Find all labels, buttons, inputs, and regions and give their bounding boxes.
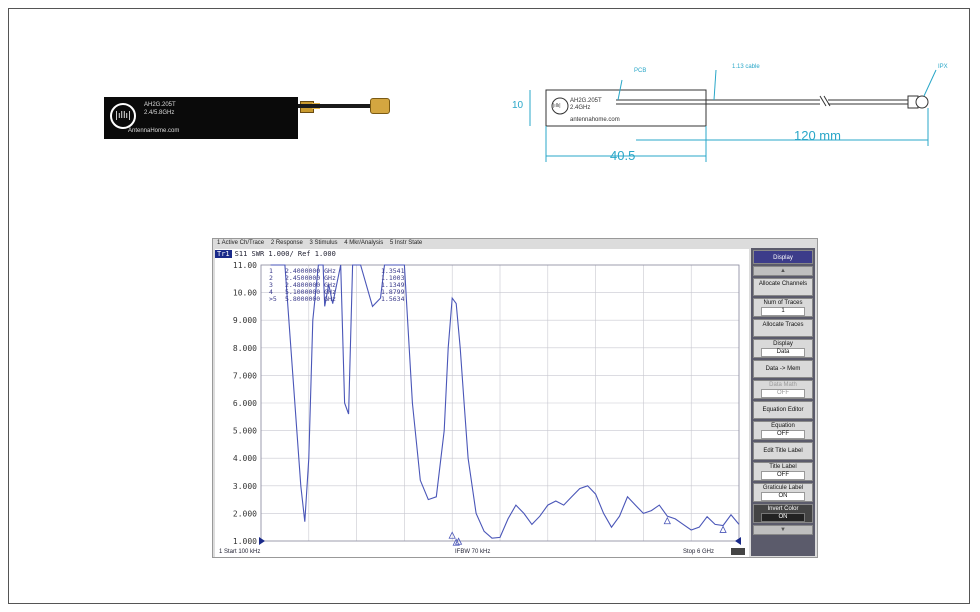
- trace-tag[interactable]: Tr1: [215, 250, 232, 258]
- pcb-model-text: AH2G.205T: [570, 98, 602, 104]
- dim-pcb-length-text: 40.5: [610, 148, 636, 163]
- cable-label: 1.13 cable: [732, 64, 760, 70]
- edit-title-label-button[interactable]: Edit Title Label: [753, 442, 813, 460]
- num-traces-label: Num of Traces: [763, 300, 803, 306]
- marker-value: 1.5634: [381, 295, 405, 303]
- swr-trace-line: [270, 264, 740, 539]
- antenna-freq-text: 2.4/5.8GHz: [144, 110, 175, 116]
- ufl-connector-icon: [370, 98, 390, 114]
- ipx-label: IPX: [938, 64, 948, 70]
- vna-window: 1 Active Ch/Trace 2 Response 3 Stimulus …: [212, 238, 818, 558]
- y-tick-label: 6.000: [233, 399, 257, 408]
- allocate-traces-button[interactable]: Allocate Traces: [753, 319, 813, 337]
- data-math-button[interactable]: Data Math OFF: [753, 380, 813, 399]
- graticule-label-label: Graticule Label: [762, 485, 804, 491]
- title-label-button[interactable]: Title Label OFF: [753, 462, 813, 481]
- cable-leader-line: [713, 69, 717, 101]
- antenna-website-text: AntennaHome.com: [128, 128, 180, 134]
- equation-label: Equation: [771, 423, 795, 429]
- y-tick-label: 5.000: [233, 427, 257, 436]
- stop-freq-text: Stop 6 GHz: [683, 549, 715, 555]
- data-to-mem-button[interactable]: Data -> Mem: [753, 360, 813, 378]
- allocate-channels-button[interactable]: Allocate Channels: [753, 278, 813, 296]
- softkey-panel: Display ▲ Allocate Channels Num of Trace…: [751, 248, 815, 556]
- trace-info: S11 SWR 1.000/ Ref 1.000: [234, 250, 336, 258]
- scroll-up-icon[interactable]: ▲: [753, 266, 813, 276]
- start-freq-text: 1 Start 100 kHz: [219, 549, 261, 555]
- data-math-label: Data Math: [769, 382, 797, 388]
- title-label-label: Title Label: [769, 464, 797, 470]
- num-traces-button[interactable]: Num of Traces 1: [753, 298, 813, 317]
- antenna-photo: |ıllı| AH2G.205T 2.4/5.8GHz AntennaHome.…: [104, 97, 320, 139]
- graticule-label-button[interactable]: Graticule Label ON: [753, 483, 813, 502]
- y-tick-label: 3.000: [233, 482, 257, 491]
- ipx-leader-line: [923, 69, 937, 97]
- invert-color-value: ON: [761, 513, 805, 522]
- equation-value: OFF: [761, 430, 805, 439]
- antenna-cable: [298, 104, 370, 108]
- y-tick-label: 4.000: [233, 454, 257, 463]
- status-indicator: [731, 548, 745, 555]
- y-tick-label: 8.000: [233, 344, 257, 353]
- num-traces-value: 1: [761, 307, 805, 316]
- pcb-label: PCB: [634, 68, 647, 74]
- vna-menubar: 1 Active Ch/Trace 2 Response 3 Stimulus …: [213, 239, 749, 248]
- swr-plot: 11.00 10.00 9.000 8.000 7.000 6.000 5.000 4.000…: [215, 259, 749, 547]
- display-button[interactable]: Display Data: [753, 339, 813, 358]
- pcb-web-text: antennahome.com: [570, 117, 620, 123]
- dim-cable-length-text: 120 mm: [794, 128, 841, 143]
- pcb-freq-text: 2.4GHz: [570, 105, 591, 111]
- menu-stimulus[interactable]: 3 Stimulus: [310, 240, 338, 246]
- data-math-value: OFF: [761, 389, 805, 398]
- y-tick-label: 9.000: [233, 316, 257, 325]
- equation-editor-button[interactable]: Equation Editor: [753, 401, 813, 419]
- invert-color-button[interactable]: Invert Color ON: [753, 504, 813, 523]
- ifbw-text: IFBW 70 kHz: [455, 549, 491, 555]
- menu-active-ch-trace[interactable]: 1 Active Ch/Trace: [217, 240, 264, 246]
- y-tick-label: 10.00: [233, 289, 257, 298]
- y-tick-label: 7.000: [233, 371, 257, 380]
- allocate-channels-label: Allocate Channels: [758, 281, 808, 287]
- y-tick-label: 1.000: [233, 537, 257, 546]
- y-tick-label: 2.000: [233, 509, 257, 518]
- marker-id: >5: [269, 295, 277, 303]
- marker-triangle: [719, 525, 727, 533]
- menu-instr-state[interactable]: 5 Instr State: [390, 240, 422, 246]
- dim-height-text: 10: [512, 100, 524, 111]
- marker-frequency: 5.8000000 GHz: [285, 295, 336, 303]
- marker-triangle: [663, 516, 671, 525]
- graticule-label-value: ON: [761, 492, 805, 501]
- drawing-svg: [529, 69, 937, 162]
- title-label-value: OFF: [761, 471, 805, 480]
- pcb-logo-text: |ıllı|: [553, 103, 561, 109]
- reference-level-icon: [259, 537, 265, 545]
- y-tick-label: 11.00: [233, 261, 257, 270]
- antenna-logo-icon: |ıllı|: [110, 103, 136, 129]
- equation-button[interactable]: Equation OFF: [753, 421, 813, 440]
- allocate-traces-label: Allocate Traces: [762, 322, 804, 328]
- invert-color-label: Invert Color: [767, 506, 799, 512]
- display-value: Data: [761, 348, 805, 357]
- mechanical-drawing: PCB 1.13 cable IPX AH2G.205T 2.4GHz ante…: [510, 60, 950, 170]
- display-label: Display: [773, 341, 793, 347]
- vna-statusbar: 1 Start 100 kHz IFBW 70 kHz Stop 6 GHz: [215, 547, 749, 557]
- antenna-model-text: AH2G.205T: [144, 102, 176, 108]
- reference-level-right-icon: [735, 537, 741, 545]
- trace-header: Tr1 S11 SWR 1.000/ Ref 1.000: [215, 249, 749, 259]
- scroll-down-icon[interactable]: ▼: [753, 525, 813, 535]
- softkey-title: Display: [753, 250, 813, 264]
- ipx-connector-ring-icon: [915, 95, 929, 109]
- menu-response[interactable]: 2 Response: [271, 240, 303, 246]
- swr-chart-svg: 11.00 10.00 9.000 8.000 7.000 6.000 5.000 4.000…: [233, 261, 741, 546]
- menu-mkr-analysis[interactable]: 4 Mkr/Analysis: [344, 240, 383, 246]
